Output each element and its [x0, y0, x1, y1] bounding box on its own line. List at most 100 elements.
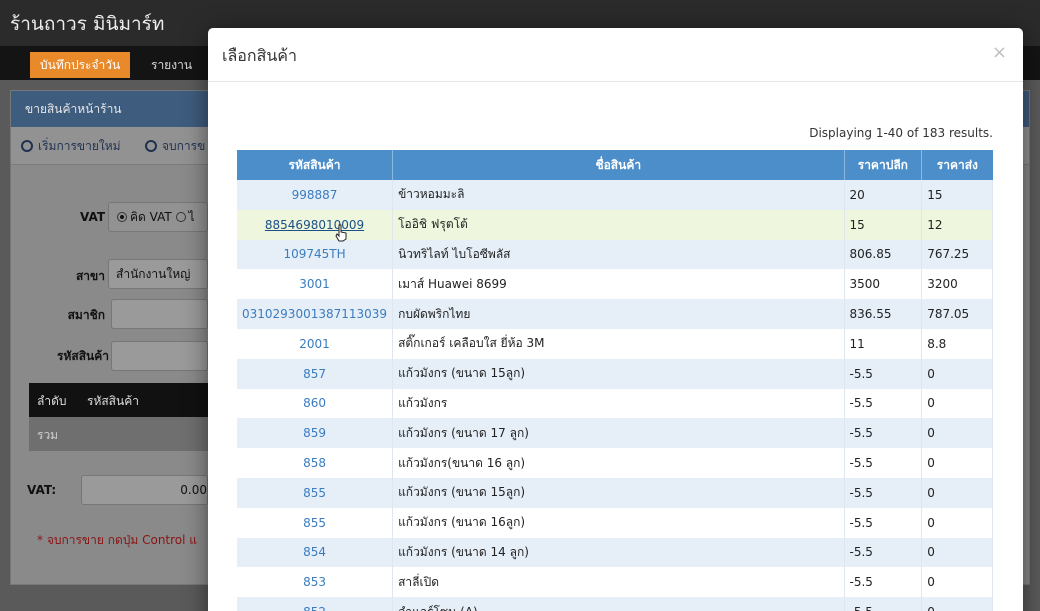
- product-code-link-cell[interactable]: 8854698010009: [237, 209, 394, 240]
- product-row[interactable]: 857 แก้วมังกร (ขนาด 15ลูก) -5.5 0: [237, 358, 993, 389]
- wholesale-price: 0: [927, 366, 935, 381]
- wholesale-price: 0: [927, 605, 935, 611]
- wholesale-price-cell: 15: [921, 180, 993, 210]
- product-code-link-cell[interactable]: 0310293001387113039: [237, 299, 394, 329]
- product-row[interactable]: 3001 เมาส์ Huawei 8699 3500 3200: [237, 269, 993, 300]
- end-sale-note: * จบการขาย กดปุ่ม Control แ: [37, 533, 198, 547]
- product-code-link[interactable]: 860: [303, 396, 326, 410]
- product-code-link[interactable]: 0310293001387113039: [242, 307, 387, 321]
- product-code-link[interactable]: 109745TH: [283, 247, 345, 261]
- product-row[interactable]: 860 แก้วมังกร -5.5 0: [237, 388, 993, 419]
- product-code-link[interactable]: 2001: [299, 337, 330, 351]
- product-code-link[interactable]: 857: [303, 367, 326, 381]
- nav-daily-record[interactable]: บันทึกประจำวัน: [30, 52, 131, 78]
- product-code-link-cell[interactable]: 860: [237, 388, 394, 419]
- grid-header-row: รหัสสินค้า ชื่อสินค้า ราคาปลีก ราคาส่ง: [237, 150, 993, 180]
- retail-price-cell: -5.5: [844, 358, 923, 389]
- refresh-icon: [21, 140, 33, 152]
- product-row[interactable]: 0310293001387113039 กบผัดพริกไทย 836.55 787…: [237, 299, 993, 329]
- retail-price-cell: -5.5: [844, 537, 923, 568]
- product-name: แก้วมังกร(ขนาด 16 ลูก): [398, 455, 526, 470]
- product-code-link-cell[interactable]: 858: [237, 448, 394, 478]
- retail-price: -5.5: [849, 575, 873, 590]
- product-code-link-cell[interactable]: 852: [237, 597, 394, 611]
- retail-price-cell: 20: [844, 180, 923, 210]
- wholesale-price: 787.05: [927, 307, 970, 322]
- retail-price-cell: -5.5: [844, 418, 923, 449]
- product-name-cell: แก้วมังกร (ขนาด 15ลูก): [392, 477, 845, 508]
- product-row[interactable]: 854 แก้วมังกร (ขนาด 14 ลูก) -5.5 0: [237, 537, 993, 568]
- col-product-code[interactable]: รหัสสินค้า: [237, 150, 394, 180]
- sale-table-total-row: รวม: [29, 417, 209, 451]
- product-code-link-cell[interactable]: 854: [237, 537, 394, 568]
- product-code-link-cell[interactable]: 3001: [237, 269, 394, 300]
- retail-price: 3500: [849, 277, 881, 292]
- product-row[interactable]: 852 ลำแอร์โซน (A) -5.5 0: [237, 597, 993, 611]
- vat-total-value: 0.00: [81, 475, 208, 505]
- product-row[interactable]: 8854698010009 โออิชิ ฟรุตโต้ 15 12: [237, 209, 993, 240]
- product-code-link[interactable]: 852: [303, 605, 326, 611]
- end-sale-button[interactable]: จบการข: [145, 137, 205, 156]
- vat-radio-group[interactable]: คิด VAT ไ: [108, 202, 208, 232]
- product-code-input[interactable]: [111, 341, 208, 371]
- product-code-link-cell[interactable]: 853: [237, 567, 394, 598]
- check-circle-icon: [145, 140, 157, 152]
- sale-table-header: ลำดับ รหัสสินค้า: [29, 383, 209, 417]
- product-code-label: รหัสสินค้า: [57, 349, 109, 363]
- product-code-link[interactable]: 8854698010009: [265, 218, 364, 232]
- branch-select[interactable]: สำนักงานใหญ่: [108, 259, 208, 289]
- wholesale-price: 8.8: [927, 336, 947, 351]
- product-row[interactable]: 2001 สติ๊กเกอร์ เคลือบใส ยี่ห้อ 3M 11 8.8: [237, 328, 993, 359]
- product-code-link[interactable]: 858: [303, 456, 326, 470]
- wholesale-price: 767.25: [927, 247, 970, 262]
- wholesale-price: 15: [927, 187, 943, 202]
- product-name-cell: ข้าวหอมมะลิ: [392, 180, 845, 210]
- product-code-link-cell[interactable]: 998887: [237, 180, 394, 210]
- product-code-link-cell[interactable]: 2001: [237, 328, 394, 359]
- product-name-cell: ลำแอร์โซน (A): [392, 597, 845, 611]
- product-code-link-cell[interactable]: 857: [237, 358, 394, 389]
- app-title: ร้านถาวร มินิมาร์ท: [10, 13, 165, 35]
- product-code-link-cell[interactable]: 859: [237, 418, 394, 449]
- col-wholesale-price[interactable]: ราคาส่ง: [921, 150, 993, 180]
- product-code-link-cell[interactable]: 855: [237, 507, 394, 538]
- product-code-link[interactable]: 853: [303, 575, 326, 589]
- member-input[interactable]: [111, 299, 208, 329]
- vat-on-radio[interactable]: [117, 212, 127, 222]
- close-icon[interactable]: ×: [992, 42, 1007, 63]
- col-product-name[interactable]: ชื่อสินค้า: [392, 150, 845, 180]
- product-code-link[interactable]: 3001: [299, 277, 330, 291]
- product-row[interactable]: 109745TH นิวทริไลท์ ไบโอซีพลัส 806.85 767.2…: [237, 239, 993, 270]
- wholesale-price-cell: 0: [921, 597, 993, 611]
- nav-report[interactable]: รายงาน: [141, 52, 202, 78]
- product-row[interactable]: 855 แก้วมังกร (ขนาด 16ลูก) -5.5 0: [237, 507, 993, 538]
- product-row[interactable]: 855 แก้วมังกร (ขนาด 15ลูก) -5.5 0: [237, 477, 993, 508]
- wholesale-price: 0: [927, 426, 935, 441]
- product-code-link[interactable]: 998887: [292, 188, 338, 202]
- product-code-link[interactable]: 859: [303, 426, 326, 440]
- product-code-link[interactable]: 854: [303, 545, 326, 559]
- product-row[interactable]: 853 สาลี่เปิด -5.5 0: [237, 567, 993, 598]
- vat-off-radio[interactable]: [175, 212, 186, 222]
- wholesale-price: 0: [927, 456, 935, 471]
- retail-price: -5.5: [849, 426, 873, 441]
- product-code-link[interactable]: 855: [303, 516, 326, 530]
- product-row[interactable]: 859 แก้วมังกร (ขนาด 17 ลูก) -5.5 0: [237, 418, 993, 449]
- retail-price-cell: -5.5: [844, 388, 923, 419]
- product-code-link[interactable]: 855: [303, 486, 326, 500]
- retail-price-cell: 15: [844, 209, 923, 240]
- product-name: สาลี่เปิด: [398, 574, 439, 589]
- product-row[interactable]: 998887 ข้าวหอมมะลิ 20 15: [237, 180, 993, 210]
- product-name-cell: เมาส์ Huawei 8699: [392, 269, 845, 300]
- col-retail-price[interactable]: ราคาปลีก: [844, 150, 923, 180]
- retail-price: 11: [849, 336, 865, 351]
- product-code-link-cell[interactable]: 855: [237, 477, 394, 508]
- new-sale-button[interactable]: เริ่มการขายใหม่: [21, 137, 121, 156]
- product-row[interactable]: 858 แก้วมังกร(ขนาด 16 ลูก) -5.5 0: [237, 448, 993, 478]
- retail-price-cell: -5.5: [844, 477, 923, 508]
- product-name: แก้วมังกร: [398, 395, 448, 410]
- wholesale-price-cell: 0: [921, 358, 993, 389]
- product-name: แก้วมังกร (ขนาด 17 ลูก): [398, 425, 529, 440]
- product-code-link-cell[interactable]: 109745TH: [237, 239, 394, 270]
- retail-price-cell: 3500: [844, 269, 923, 300]
